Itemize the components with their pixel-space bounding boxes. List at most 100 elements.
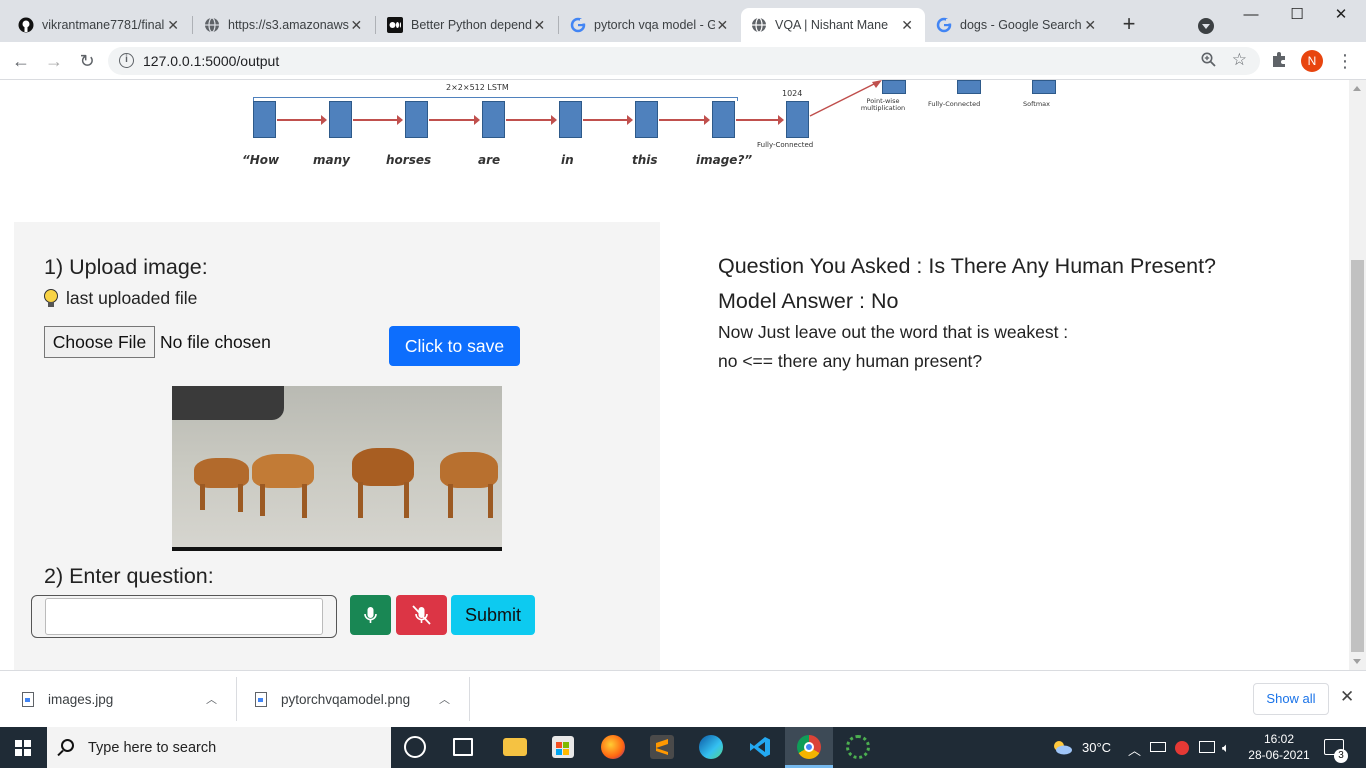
tab-dogs-search[interactable]: dogs - Google Search ✕ <box>926 8 1108 42</box>
chevron-up-icon[interactable]: ︿ <box>439 691 450 707</box>
fc-size-label: 1024 <box>782 89 803 98</box>
address-bar[interactable]: i 127.0.0.1:5000/output ☆ <box>108 47 1260 75</box>
softmax-label: Softmax <box>1023 100 1050 108</box>
system-clock[interactable]: 16:02 28-06-2021 <box>1244 731 1314 763</box>
tab-search-icon[interactable] <box>1198 18 1214 34</box>
question-word: image?” <box>696 153 753 167</box>
menu-kebab-icon[interactable]: ⋮ <box>1336 50 1354 72</box>
chrome-icon[interactable] <box>797 735 821 759</box>
tab-amazonaws[interactable]: https://s3.amazonaws. ✕ <box>194 8 374 42</box>
reload-icon[interactable]: ↻ <box>76 50 98 72</box>
tab-medium[interactable]: Better Python depende ✕ <box>377 8 557 42</box>
stop-voice-button[interactable] <box>396 595 447 635</box>
tab-title: vikrantmane7781/final <box>42 18 165 32</box>
minimize-button[interactable]: — <box>1236 4 1266 26</box>
firefox-icon[interactable] <box>601 735 625 759</box>
submit-button[interactable]: Submit <box>451 595 535 635</box>
edge-icon[interactable] <box>699 735 723 759</box>
forward-arrow-icon[interactable]: → <box>43 50 65 72</box>
weather-icon[interactable] <box>1051 739 1073 758</box>
question-input[interactable] <box>45 598 323 635</box>
chevron-up-icon[interactable]: ︿ <box>206 691 217 707</box>
site-info-icon[interactable]: i <box>119 53 134 68</box>
tab-vqa-active[interactable]: VQA | Nishant Mane ✕ <box>741 8 925 42</box>
save-button[interactable]: Click to save <box>389 326 520 366</box>
task-view-icon[interactable] <box>453 738 473 756</box>
download-filename: pytorchvqamodel.png <box>281 691 411 707</box>
github-icon <box>18 17 34 33</box>
download-item[interactable]: pytorchvqamodel.png ︿ <box>255 671 465 727</box>
maximize-button[interactable]: ☐ <box>1282 4 1312 26</box>
taskbar-search-placeholder: Type here to search <box>88 740 217 756</box>
lstm-cell <box>329 101 352 138</box>
close-tab-icon[interactable]: ✕ <box>532 17 547 34</box>
model-answer-text: Model Answer : No <box>718 289 899 313</box>
scroll-thumb[interactable] <box>1351 260 1364 652</box>
show-hidden-icons-chevron[interactable]: ︿ <box>1128 740 1141 759</box>
battery-icon[interactable] <box>1150 742 1166 752</box>
lstm-cell <box>559 101 582 138</box>
profile-avatar[interactable]: N <box>1301 50 1323 72</box>
lstm-arrow <box>353 116 403 124</box>
network-icon[interactable] <box>1199 741 1215 753</box>
volume-icon[interactable]: 🔈︎ <box>1222 740 1230 756</box>
start-voice-button[interactable] <box>350 595 391 635</box>
question-input-wrapper <box>31 595 337 638</box>
tab-pytorch-search[interactable]: pytorch vqa model - G ✕ <box>560 8 740 42</box>
temperature-text[interactable]: 30°C <box>1082 740 1111 755</box>
file-explorer-icon[interactable] <box>503 738 527 756</box>
download-item[interactable]: images.jpg ︿ <box>22 671 232 727</box>
diagonal-arrow <box>809 80 882 117</box>
security-alert-icon[interactable] <box>1175 741 1189 755</box>
bookmark-star-icon[interactable]: ☆ <box>1232 50 1247 70</box>
last-uploaded-text: last uploaded file <box>66 288 198 308</box>
close-tab-icon[interactable]: ✕ <box>715 17 730 34</box>
back-arrow-icon[interactable]: ← <box>10 50 32 72</box>
lstm-arrow <box>583 116 633 124</box>
choose-file-button[interactable]: Choose File <box>44 326 155 358</box>
scroll-up-icon[interactable] <box>1353 86 1361 91</box>
windows-start-icon[interactable] <box>15 740 31 756</box>
close-tab-icon[interactable]: ✕ <box>899 17 915 34</box>
fc2-cell <box>957 80 981 94</box>
question-word: many <box>313 153 350 167</box>
vscode-icon[interactable] <box>748 735 772 759</box>
page-scrollbar[interactable] <box>1349 80 1366 670</box>
downloads-bar: images.jpg ︿ pytorchvqamodel.png ︿ Show … <box>0 670 1366 727</box>
app-loading-icon[interactable] <box>846 735 870 759</box>
question-word: in <box>561 153 574 167</box>
vqa-model-diagram: 2×2×512 LSTM 1024 Fully-Connected Point-… <box>230 80 1090 180</box>
taskbar-search[interactable]: Type here to search <box>47 727 391 768</box>
last-uploaded-label: last uploaded file <box>44 288 197 309</box>
lstm-cell <box>405 101 428 138</box>
lstm-arrow <box>429 116 480 124</box>
lstm-arrow <box>736 116 784 124</box>
cortana-icon[interactable] <box>404 736 426 758</box>
microsoft-store-icon[interactable] <box>552 736 574 758</box>
tab-title: VQA | Nishant Mane <box>775 18 889 32</box>
close-tab-icon[interactable]: ✕ <box>165 17 181 34</box>
upload-panel: 1) Upload image: last uploaded file Choo… <box>14 222 660 670</box>
softmax-cell <box>1032 80 1056 94</box>
url-text[interactable]: 127.0.0.1:5000/output <box>143 53 279 69</box>
derived-question-text: no <== there any human present? <box>718 351 983 371</box>
close-tab-icon[interactable]: ✕ <box>1082 17 1098 34</box>
new-tab-button[interactable]: + <box>1118 13 1140 36</box>
tab-github[interactable]: vikrantmane7781/final ✕ <box>8 8 191 42</box>
extensions-puzzle-icon[interactable] <box>1270 50 1288 68</box>
lstm-arrow <box>277 116 327 124</box>
close-icon[interactable]: ✕ <box>1340 687 1354 707</box>
show-all-button[interactable]: Show all <box>1253 683 1329 715</box>
lstm-cell <box>482 101 505 138</box>
google-icon <box>570 17 586 33</box>
tab-title: pytorch vqa model - G <box>594 18 715 32</box>
scroll-down-icon[interactable] <box>1353 659 1361 664</box>
upload-heading: 1) Upload image: <box>44 255 208 279</box>
tab-title: https://s3.amazonaws. <box>228 18 349 32</box>
question-word: are <box>478 153 501 167</box>
sublime-text-icon[interactable] <box>650 735 674 759</box>
close-tab-icon[interactable]: ✕ <box>349 17 364 34</box>
zoom-icon[interactable] <box>1201 52 1216 70</box>
close-window-button[interactable]: ✕ <box>1326 4 1356 26</box>
tab-strip: vikrantmane7781/final ✕ https://s3.amazo… <box>0 0 1366 42</box>
